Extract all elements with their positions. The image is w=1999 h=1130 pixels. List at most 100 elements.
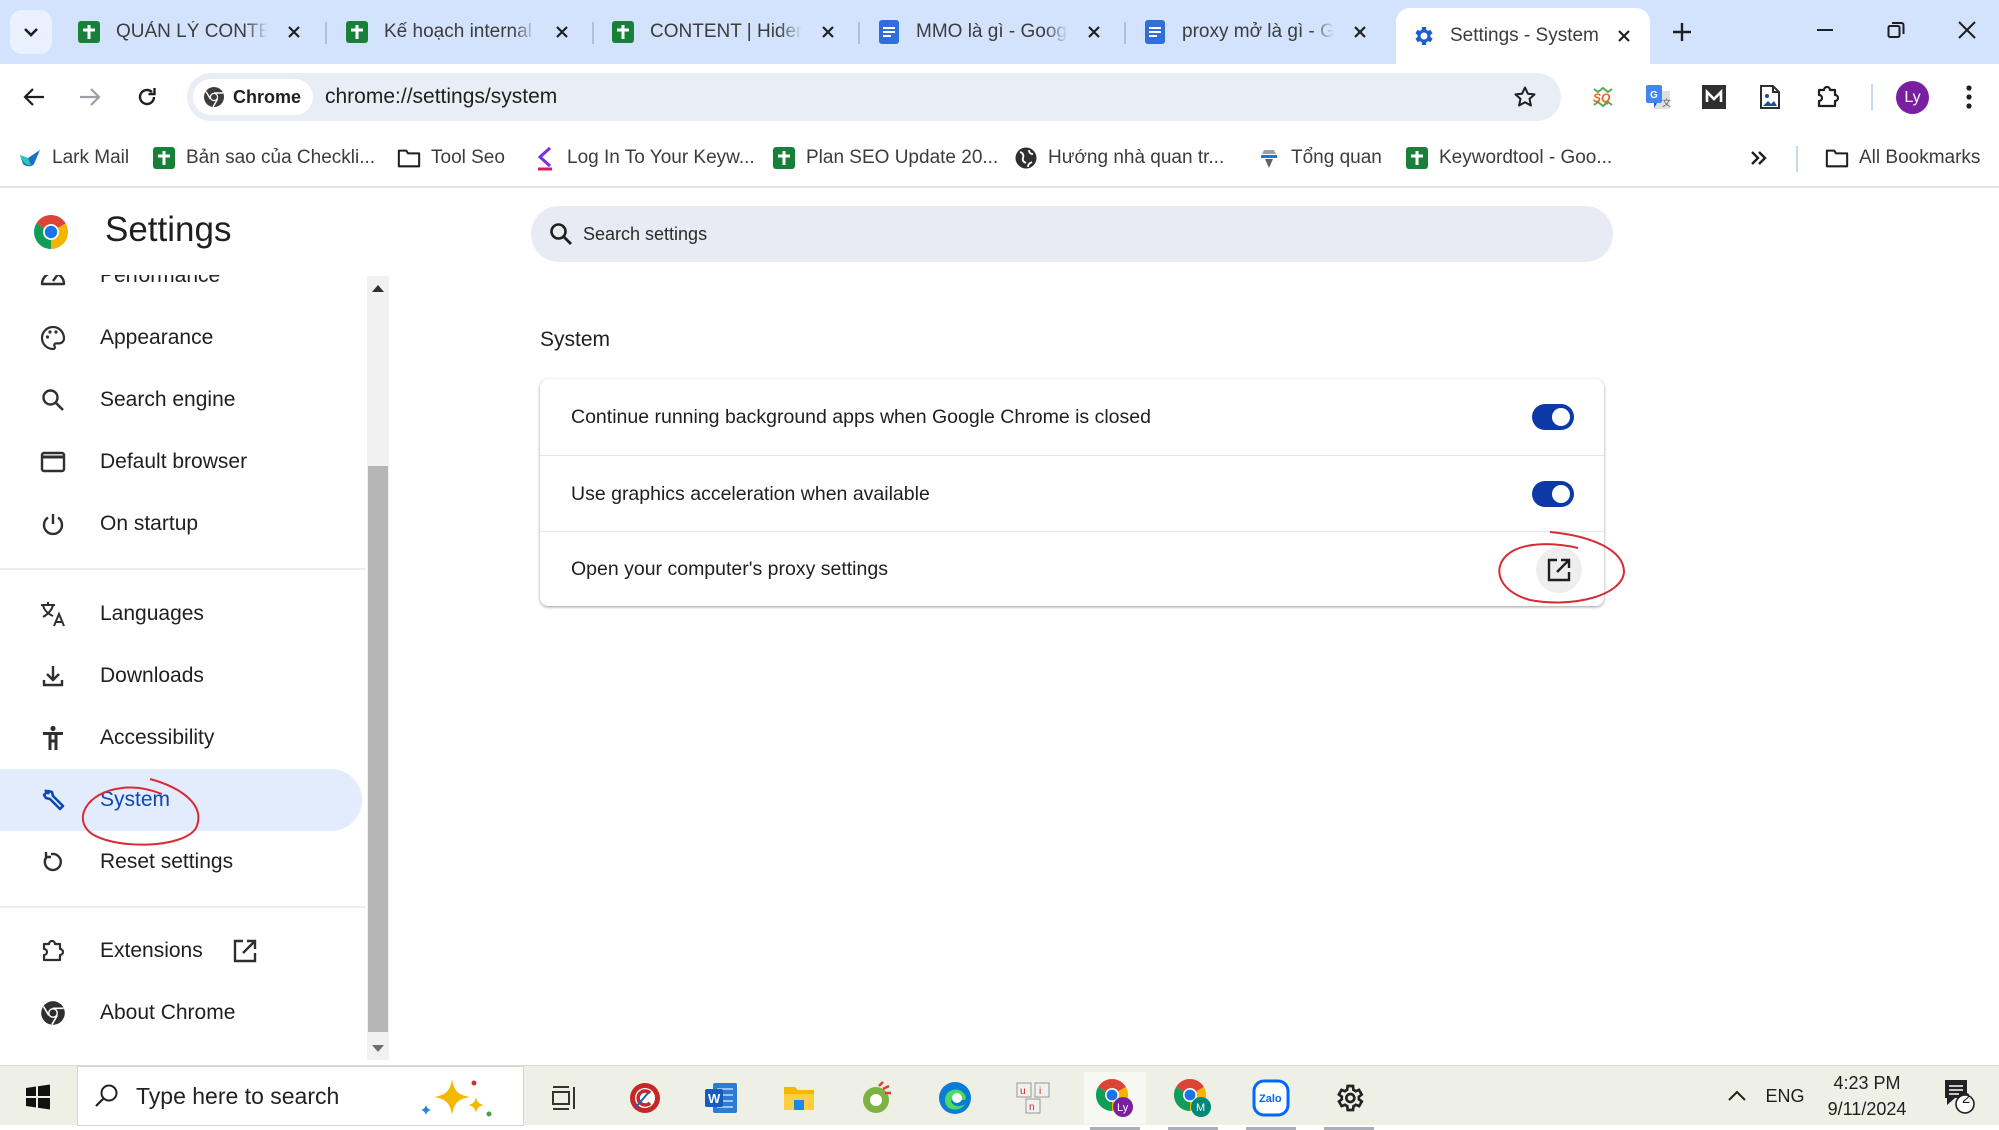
sidebar-item-appearance[interactable]: Appearance — [0, 307, 362, 369]
forward-button[interactable] — [70, 77, 110, 117]
bookmark-keywordtool-google[interactable]: Keywordtool - Goo... — [1405, 142, 1612, 174]
sidebar-item-performance[interactable]: Performance — [0, 275, 362, 307]
tab-title: MMO là gì - Google Docs — [916, 21, 1068, 42]
svg-text:i: i — [1039, 1086, 1041, 1097]
bookmark-plan-seo-update[interactable]: Plan SEO Update 20... — [772, 142, 998, 174]
sidebar-scrollbar[interactable] — [367, 276, 389, 1060]
system-clock[interactable]: 4:23 PM 9/11/2024 — [1822, 1070, 1912, 1122]
close-tab-icon[interactable] — [282, 20, 306, 44]
input-language-indicator[interactable]: ENG — [1760, 1066, 1810, 1126]
gear-icon — [1410, 23, 1436, 49]
taskbar-unikey[interactable]: u in — [1002, 1072, 1064, 1124]
profile-avatar[interactable]: Ly — [1896, 81, 1929, 114]
svg-text:SQ: SQ — [1593, 91, 1611, 105]
tab-search-button[interactable] — [10, 10, 52, 54]
image-extension[interactable] — [1752, 79, 1788, 115]
clock-time: 4:23 PM — [1833, 1073, 1901, 1093]
taskbar-search-input[interactable] — [136, 1067, 436, 1125]
sidebar-item-default-browser[interactable]: Default browser — [0, 431, 362, 493]
taskbar-search-box[interactable] — [77, 1066, 524, 1126]
tab-content-hidemyacc[interactable]: CONTENT | Hidemyacc — [596, 8, 854, 56]
setting-row-proxy-settings[interactable]: Open your computer's proxy settings — [540, 531, 1604, 606]
tab-settings-system[interactable]: Settings - System — [1396, 8, 1650, 64]
sidebar-item-label: Languages — [100, 602, 204, 625]
sidebar-item-downloads[interactable]: Downloads — [0, 645, 362, 707]
google-sheets-icon — [1405, 146, 1429, 170]
start-button[interactable] — [18, 1080, 58, 1114]
zalo-icon: Zalo — [1252, 1079, 1290, 1117]
bookmark-huong-nha-quan-tri[interactable]: Hướng nhà quan tr... — [1014, 142, 1224, 174]
scrollbar-thumb[interactable] — [368, 466, 388, 1032]
reload-button[interactable] — [127, 77, 167, 117]
seoquake-extension[interactable]: SQ — [1585, 79, 1621, 115]
close-window-button[interactable] — [1937, 10, 1997, 50]
bookmark-label: Bản sao của Checkli... — [186, 147, 376, 168]
taskbar-word[interactable]: W — [690, 1072, 752, 1124]
graphics-acceleration-toggle[interactable] — [1532, 481, 1574, 507]
svg-text:n: n — [1029, 1102, 1035, 1113]
taskbar-edge[interactable] — [924, 1072, 986, 1124]
bookmark-lark-mail[interactable]: Lark Mail — [18, 142, 129, 174]
new-tab-button[interactable] — [1664, 16, 1700, 48]
close-tab-icon[interactable] — [1612, 24, 1636, 48]
chip-label: Chrome — [233, 86, 302, 107]
taskbar-chrome-ly[interactable]: Ly — [1084, 1072, 1146, 1130]
bookmark-ban-sao-checklist[interactable]: Bản sao của Checkli... — [152, 142, 375, 174]
taskbar-file-explorer[interactable] — [768, 1072, 830, 1124]
chrome-menu-button[interactable] — [1954, 79, 1984, 115]
more-bookmarks-button[interactable] — [1750, 142, 1768, 174]
close-tab-icon[interactable] — [550, 20, 574, 44]
show-hidden-icons-button[interactable] — [1722, 1066, 1752, 1126]
scroll-down-button[interactable] — [367, 1036, 389, 1060]
sidebar-item-accessibility[interactable]: Accessibility — [0, 707, 362, 769]
task-view-button[interactable] — [533, 1072, 595, 1124]
sidebar-item-about-chrome[interactable]: About Chrome — [0, 982, 362, 1044]
google-translate-extension[interactable]: G文 — [1640, 79, 1676, 115]
sidebar-item-reset-settings[interactable]: Reset settings — [0, 831, 362, 893]
search-settings-box[interactable] — [531, 206, 1613, 262]
taskbar-ccleaner[interactable] — [614, 1072, 676, 1124]
taskbar-zalo[interactable]: Zalo — [1240, 1072, 1302, 1130]
browser-window-icon — [37, 446, 69, 478]
extensions-menu-button[interactable] — [1810, 79, 1846, 115]
open-proxy-settings-button[interactable] — [1536, 547, 1582, 593]
url-text[interactable]: chrome://settings/system — [325, 73, 557, 121]
google-sheets-icon — [772, 146, 796, 170]
bookmark-keyword-login[interactable]: Log In To Your Keyw... — [533, 142, 755, 174]
sidebar-item-extensions[interactable]: Extensions — [0, 920, 362, 982]
clock-date: 9/11/2024 — [1827, 1099, 1907, 1119]
background-apps-toggle[interactable] — [1532, 404, 1574, 430]
tab-ke-hoach-internal[interactable]: Kế hoạch internal link — [330, 8, 588, 56]
address-bar[interactable]: Chrome chrome://settings/system — [187, 73, 1561, 121]
bookmark-star-button[interactable] — [1509, 81, 1541, 113]
scroll-up-button[interactable] — [367, 276, 389, 300]
bookmark-tong-quan[interactable]: Tổng quan — [1257, 142, 1382, 174]
all-bookmarks-button[interactable]: All Bookmarks — [1825, 142, 1980, 174]
tab-quan-ly-content[interactable]: QUẢN LÝ CONTENT — [62, 8, 320, 56]
taskbar-chrome-m[interactable]: M — [1162, 1072, 1224, 1130]
sidebar-item-languages[interactable]: Languages — [0, 583, 362, 645]
tab-proxy-mo-la-gi[interactable]: proxy mở là gì - Google Docs — [1128, 8, 1386, 56]
tab-title: CONTENT | Hidemyacc — [650, 21, 802, 42]
close-tab-icon[interactable] — [816, 20, 840, 44]
toggle-knob — [1552, 485, 1570, 503]
minimize-button[interactable] — [1795, 10, 1855, 50]
sidebar-item-on-startup[interactable]: On startup — [0, 493, 362, 555]
sidebar-item-system[interactable]: System — [0, 769, 362, 831]
tab-mmo-la-gi[interactable]: MMO là gì - Google Docs — [862, 8, 1120, 56]
back-button[interactable] — [14, 77, 54, 117]
m-extension[interactable] — [1696, 79, 1732, 115]
restore-button[interactable] — [1866, 10, 1926, 50]
close-tab-icon[interactable] — [1082, 20, 1106, 44]
bookmark-tool-seo[interactable]: Tool Seo — [397, 142, 505, 174]
tab-strip: QUẢN LÝ CONTENT Kế hoạch internal link C… — [0, 0, 1999, 64]
taskbar-coc-coc[interactable] — [846, 1072, 908, 1124]
triangle-down-icon — [372, 1044, 384, 1052]
taskbar-settings[interactable] — [1318, 1072, 1380, 1130]
sidebar-item-search-engine[interactable]: Search engine — [0, 369, 362, 431]
image-file-icon — [1760, 85, 1780, 109]
search-settings-input[interactable] — [583, 206, 1583, 262]
close-tab-icon[interactable] — [1348, 20, 1372, 44]
site-info-chip[interactable]: Chrome — [193, 79, 314, 115]
search-icon — [550, 223, 572, 245]
